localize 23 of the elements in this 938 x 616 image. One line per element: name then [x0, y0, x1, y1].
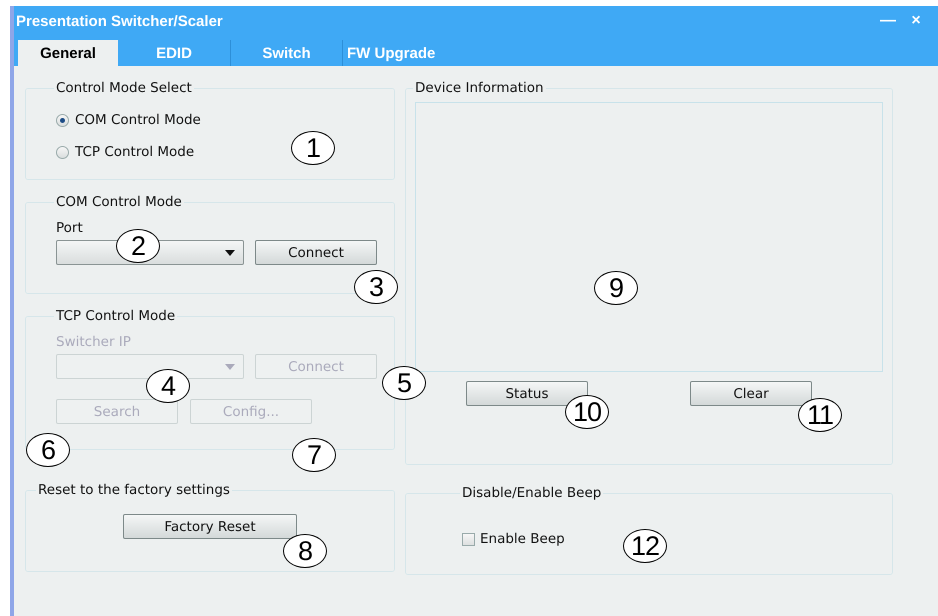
group-title: Disable/Enable Beep [461, 485, 602, 501]
group-title: TCP Control Mode [55, 308, 176, 324]
group-title: Device Information [414, 80, 545, 96]
factory-reset-button[interactable]: Factory Reset [123, 514, 297, 539]
group-title: Reset to the factory settings [37, 482, 231, 498]
connect-button[interactable]: Connect [255, 240, 377, 265]
field-label: Port [56, 220, 84, 236]
clear-button[interactable]: Clear [690, 381, 812, 406]
group-title: COM Control Mode [55, 194, 183, 210]
radio-button[interactable] [56, 146, 69, 158]
checkbox-label: Enable Beep [480, 531, 565, 547]
checkbox-option[interactable]: Enable Beep [462, 531, 565, 547]
window-title: Presentation Switcher/Scaler [16, 12, 224, 30]
radio-label: COM Control Mode [75, 112, 201, 128]
radio-option[interactable]: COM Control Mode [56, 104, 201, 136]
radio-option[interactable]: TCP Control Mode [56, 136, 194, 168]
checkbox[interactable] [462, 532, 475, 546]
radio-label: TCP Control Mode [75, 144, 194, 160]
caret-icon [225, 364, 235, 370]
tab[interactable]: General [18, 40, 118, 66]
field-label: Switcher IP [56, 334, 132, 350]
group-title: Control Mode Select [55, 80, 193, 96]
radio-button[interactable] [56, 114, 69, 126]
